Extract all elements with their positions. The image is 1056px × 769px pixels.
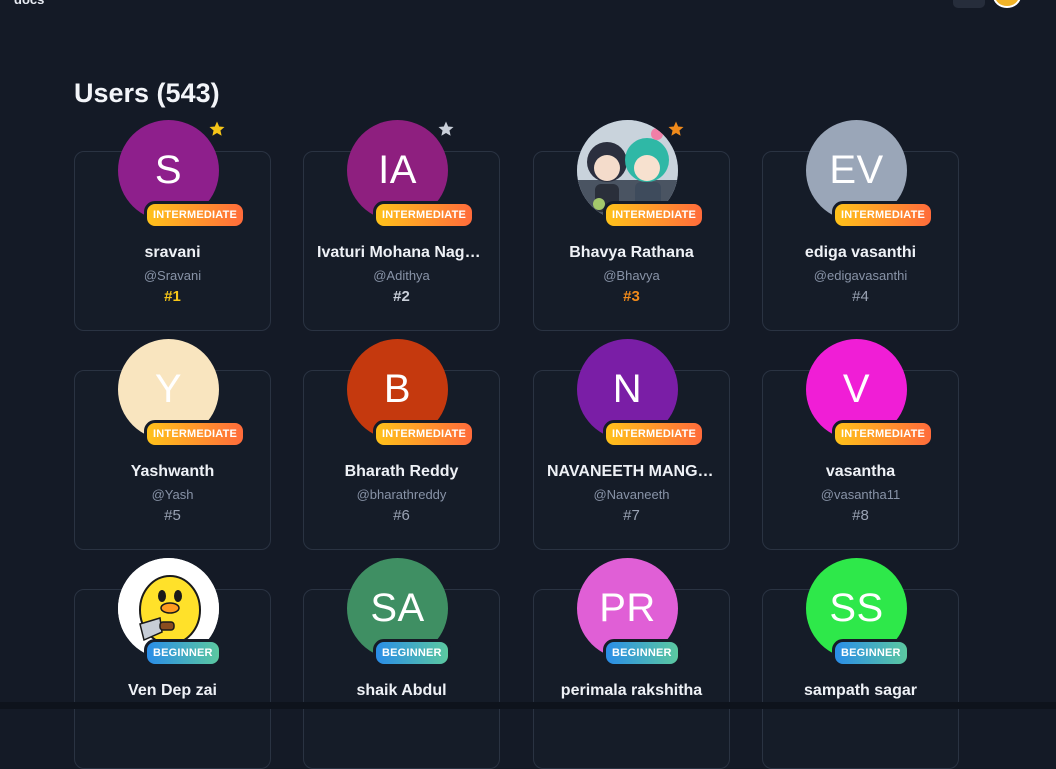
user-handle: @bharathreddy xyxy=(356,487,447,502)
user-handle: @Sravani xyxy=(143,268,202,283)
user-rank: #4 xyxy=(852,288,869,305)
user-card[interactable]: BEGINNER Ven Dep zai xyxy=(74,558,271,769)
level-badge: BEGINNER xyxy=(144,639,222,667)
user-handle: @Yash xyxy=(151,487,194,502)
user-card[interactable]: EV INTERMEDIATE ediga vasanthi @edigavasant… xyxy=(762,120,959,331)
star-icon xyxy=(437,120,455,138)
level-badge: INTERMEDIATE xyxy=(373,420,476,448)
level-badge: INTERMEDIATE xyxy=(373,201,476,229)
user-handle: @edigavasanthi xyxy=(813,268,908,283)
user-handle: @Bhavya xyxy=(603,268,660,283)
user-name: shaik Abdul xyxy=(356,682,447,699)
user-card[interactable]: SA BEGINNER shaik Abdul xyxy=(303,558,500,769)
level-badge: BEGINNER xyxy=(603,639,681,667)
user-rank: #7 xyxy=(623,507,640,524)
user-name: Yashwanth xyxy=(130,463,215,480)
user-card[interactable]: B INTERMEDIATE Bharath Reddy @bharathreddy #… xyxy=(303,339,500,550)
user-card[interactable]: V INTERMEDIATE vasantha @vasantha11 #8 xyxy=(762,339,959,550)
level-badge: INTERMEDIATE xyxy=(603,420,706,448)
user-card[interactable]: Y INTERMEDIATE Yashwanth @Yash #5 xyxy=(74,339,271,550)
user-handle: @vasantha11 xyxy=(820,487,901,502)
level-badge: BEGINNER xyxy=(373,639,451,667)
level-badge: INTERMEDIATE xyxy=(603,201,706,229)
user-name: Bhavya Rathana xyxy=(569,244,694,261)
level-badge: INTERMEDIATE xyxy=(832,201,935,229)
user-name: sampath sagar xyxy=(804,682,917,699)
user-name: ediga vasanthi xyxy=(804,244,917,261)
star-icon xyxy=(208,120,226,138)
user-handle: @Adithya xyxy=(373,268,430,283)
brand-label[interactable]: docs xyxy=(14,0,44,7)
user-card[interactable]: SS BEGINNER sampath sagar xyxy=(762,558,959,769)
level-badge: INTERMEDIATE xyxy=(144,201,247,229)
user-name: vasantha xyxy=(825,463,896,480)
profile-avatar[interactable] xyxy=(993,0,1021,8)
star-icon xyxy=(667,120,685,138)
user-rank: #8 xyxy=(852,507,869,524)
user-card[interactable]: PR BEGINNER perimala rakshitha xyxy=(533,558,730,769)
bottom-edge xyxy=(0,702,1056,709)
page-title: Users (543) xyxy=(74,78,220,108)
user-rank: #3 xyxy=(623,288,640,305)
user-rank: #2 xyxy=(393,288,410,305)
user-name: Bharath Reddy xyxy=(344,463,459,480)
menu-button[interactable] xyxy=(953,0,985,8)
user-card[interactable]: IA INTERMEDIATE Ivaturi Mohana Naga... @Adi… xyxy=(303,120,500,331)
user-name: NAVANEETH MANGALI xyxy=(547,463,724,480)
user-rank: #1 xyxy=(164,288,181,305)
user-rank: #6 xyxy=(393,507,410,524)
user-name: Ven Dep zai xyxy=(128,682,217,699)
level-badge: INTERMEDIATE xyxy=(144,420,247,448)
user-handle: @Navaneeth xyxy=(593,487,670,502)
user-name: perimala rakshitha xyxy=(560,682,703,699)
user-card[interactable]: S INTERMEDIATE sravani @Sravani #1 xyxy=(74,120,271,331)
user-card[interactable]: N INTERMEDIATE NAVANEETH MANGALI @Navaneeth… xyxy=(533,339,730,550)
level-badge: INTERMEDIATE xyxy=(832,420,935,448)
user-rank: #5 xyxy=(164,507,181,524)
top-navbar: docs xyxy=(0,0,1056,14)
user-name: Ivaturi Mohana Naga... xyxy=(317,244,487,261)
user-card[interactable]: INTERMEDIATE Bhavya Rathana @Bhavya #3 xyxy=(533,120,730,331)
user-name: sravani xyxy=(144,244,201,261)
level-badge: BEGINNER xyxy=(832,639,910,667)
